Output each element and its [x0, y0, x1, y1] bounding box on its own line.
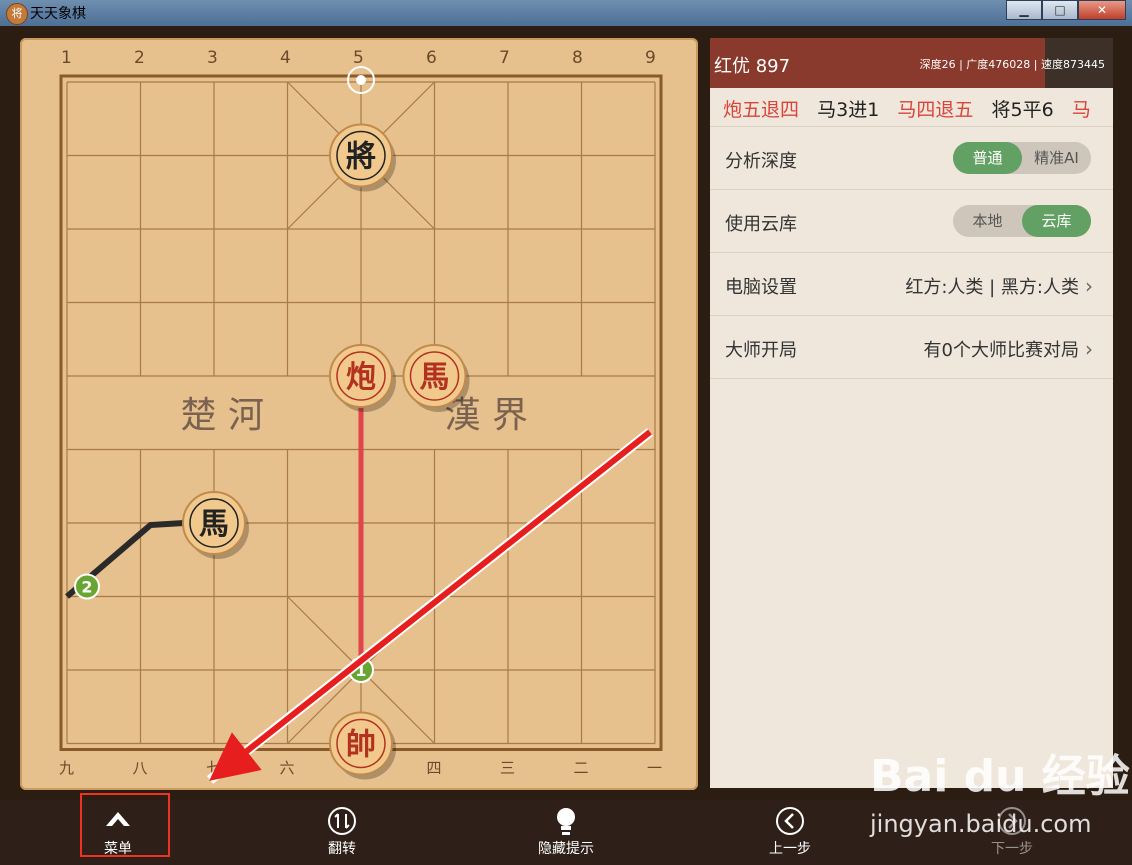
move-item[interactable]: 马四退五	[897, 95, 973, 122]
master-openings-row[interactable]: 大师开局 有0个大师比赛对局 ›	[710, 316, 1113, 379]
flip-label: 翻转	[328, 841, 356, 857]
column-number-top: 5	[353, 48, 364, 68]
column-number-top: 2	[134, 48, 145, 68]
piece-label: 炮	[346, 360, 376, 395]
hint-marker-label: 1	[355, 661, 366, 680]
chess-piece[interactable]: 帥	[329, 711, 396, 780]
column-number-top: 9	[645, 48, 656, 68]
column-number-bottom: 一	[647, 759, 662, 777]
column-number-top: 6	[426, 48, 437, 68]
hint-marker-label: 2	[81, 578, 92, 597]
move-item[interactable]: 将5平6	[992, 95, 1054, 122]
column-number-bottom: 二	[574, 759, 589, 777]
baidu-watermark: Bai du 经验 jingyan.baidu.com	[870, 740, 1130, 838]
prev-label: 上一步	[769, 841, 811, 857]
chevron-left-circle-icon	[740, 806, 840, 836]
prev-button[interactable]: 上一步	[740, 806, 840, 858]
move-item[interactable]: 马	[1072, 95, 1091, 122]
score-title: 红优 897	[714, 56, 791, 77]
depth-row: 分析深度 普通 精准AI	[710, 127, 1113, 190]
chess-piece[interactable]: 將	[329, 123, 396, 192]
menu-highlight-box	[80, 793, 170, 857]
cloud-row: 使用云库 本地 云库	[710, 190, 1113, 253]
chevron-right-icon: ›	[1085, 274, 1093, 298]
river-label-left: 楚 河	[181, 395, 264, 436]
chess-board[interactable]: 楚 河漢 界123456789九八七六五四三二一將炮馬馬帥12	[20, 38, 698, 790]
hide-hint-button[interactable]: 隐藏提示	[516, 806, 616, 858]
hide-hint-label: 隐藏提示	[538, 841, 594, 857]
analysis-panel: 红优 897 深度26 | 广度476028 | 速度873445 炮五退四 马…	[710, 38, 1113, 788]
column-number-bottom: 八	[133, 759, 148, 777]
column-number-bottom: 三	[500, 759, 515, 777]
depth-toggle[interactable]: 普通 精准AI	[953, 142, 1091, 174]
cloud-label: 使用云库	[725, 214, 797, 235]
chess-piece[interactable]: 炮	[329, 344, 396, 412]
piece-label: 馬	[420, 360, 450, 395]
flip-button[interactable]: 翻转	[292, 806, 392, 858]
cloud-toggle[interactable]: 本地 云库	[953, 205, 1091, 237]
cloud-option-cloud[interactable]: 云库	[1022, 205, 1091, 237]
origin-dot	[356, 75, 366, 85]
column-number-top: 3	[207, 48, 218, 68]
score-bar: 红优 897 深度26 | 广度476028 | 速度873445	[710, 38, 1113, 88]
move-item[interactable]: 马3进1	[817, 95, 879, 122]
minimize-button[interactable]: ▁	[1006, 0, 1042, 20]
move-item[interactable]: 炮五退四	[723, 95, 799, 122]
chess-piece[interactable]: 馬	[402, 344, 470, 412]
column-number-top: 7	[499, 48, 510, 68]
master-openings-value: 有0个大师比赛对局 ›	[923, 337, 1093, 361]
chevron-right-icon: ›	[1085, 337, 1093, 361]
column-number-top: 1	[61, 48, 72, 68]
window-controls: ▁ □ ✕	[1006, 0, 1126, 20]
depth-option-normal[interactable]: 普通	[953, 142, 1022, 174]
column-number-top: 4	[280, 48, 291, 68]
master-openings-label: 大师开局	[725, 340, 797, 361]
column-number-bottom: 九	[59, 759, 74, 777]
window-title: 天天象棋	[30, 6, 86, 22]
engine-stats: 深度26 | 广度476028 | 速度873445	[919, 58, 1105, 71]
depth-label: 分析深度	[725, 151, 797, 172]
computer-settings-row[interactable]: 电脑设置 红方:人类 | 黑方:人类 ›	[710, 253, 1113, 316]
depth-option-precise-ai[interactable]: 精准AI	[1022, 142, 1091, 174]
watermark-logo: Bai du 经验	[870, 751, 1130, 802]
lightbulb-icon	[516, 806, 616, 836]
column-number-bottom: 四	[427, 759, 442, 777]
best-line: 炮五退四 马3进1 马四退五 将5平6 马	[710, 88, 1113, 127]
watermark-url: jingyan.baidu.com	[870, 810, 1092, 838]
piece-label: 將	[346, 140, 376, 175]
column-number-top: 8	[572, 48, 583, 68]
close-button[interactable]: ✕	[1078, 0, 1126, 20]
app-icon: 将	[6, 3, 28, 25]
piece-label: 馬	[199, 507, 229, 542]
maximize-button[interactable]: □	[1042, 0, 1078, 20]
piece-label: 帥	[346, 728, 376, 763]
computer-settings-label: 电脑设置	[725, 277, 797, 298]
column-number-bottom: 六	[280, 759, 295, 777]
cloud-option-local[interactable]: 本地	[953, 205, 1022, 237]
board-canvas[interactable]: 楚 河漢 界123456789九八七六五四三二一將炮馬馬帥12	[20, 38, 698, 790]
flip-icon	[292, 806, 392, 836]
next-label: 下一步	[991, 841, 1033, 857]
column-number-bottom: 七	[206, 759, 221, 777]
title-bar: 将 天天象棋 ▁ □ ✕	[0, 0, 1132, 26]
computer-settings-value: 红方:人类 | 黑方:人类 ›	[905, 274, 1093, 298]
chess-piece[interactable]: 馬	[182, 491, 249, 559]
